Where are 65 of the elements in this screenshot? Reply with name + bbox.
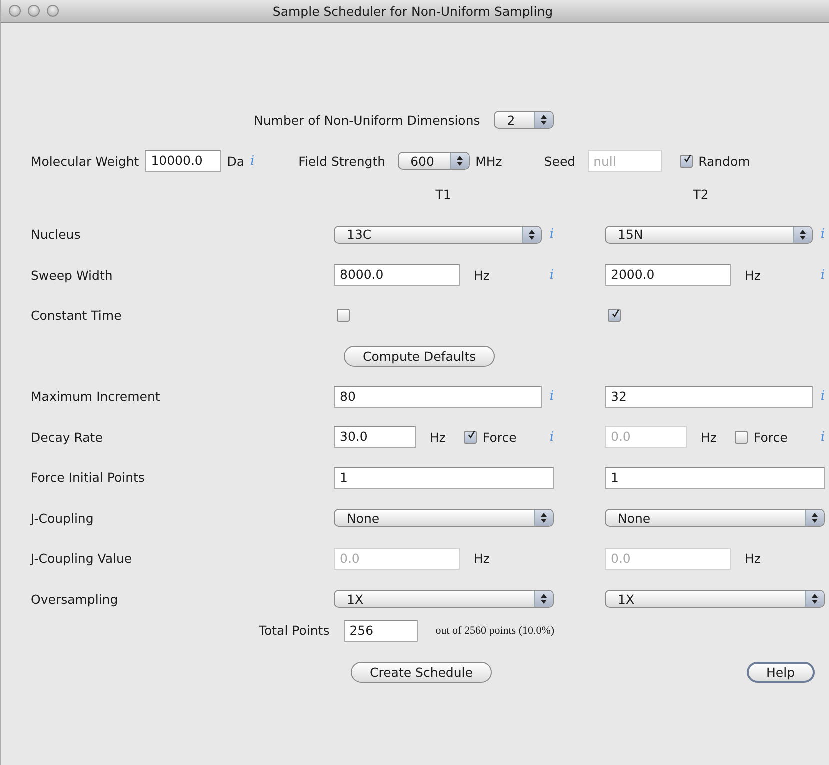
- column-header: T2: [692, 186, 710, 202]
- unit-label: Hz: [745, 268, 761, 283]
- stepper-icon: [534, 510, 553, 526]
- column-header: T1: [434, 186, 452, 202]
- unit-label: Da: [227, 154, 244, 168]
- checkbox[interactable]: [337, 309, 350, 322]
- row-label: Nucleus: [31, 227, 82, 242]
- checkbox[interactable]: [680, 154, 693, 168]
- dropdown[interactable]: 1X: [605, 590, 825, 608]
- points-summary: out of 2560 points (10.0%): [436, 624, 555, 636]
- dropdown[interactable]: 1X: [334, 590, 554, 608]
- stepper-icon: [534, 591, 553, 608]
- checkbox[interactable]: [608, 309, 621, 322]
- unit-label: Hz: [430, 430, 446, 445]
- dropdown[interactable]: None: [334, 509, 554, 528]
- unit-label: Hz: [701, 430, 717, 445]
- zoom-button[interactable]: [47, 5, 59, 17]
- unit-label: Hz: [474, 551, 490, 566]
- input-field[interactable]: 1: [605, 466, 825, 489]
- input-field[interactable]: 10000.0: [145, 150, 222, 172]
- seed-field[interactable]: null: [588, 150, 662, 172]
- row-label: Force Initial Points: [31, 470, 146, 486]
- row-label: Maximum Increment: [31, 389, 162, 404]
- input-field[interactable]: 80: [334, 386, 542, 408]
- stepper-icon: [805, 591, 824, 608]
- field-label: Number of Non-Uniform Dimensions: [254, 112, 480, 128]
- close-button[interactable]: [9, 5, 21, 17]
- row-label: Oversampling: [31, 592, 120, 607]
- input-field[interactable]: 256: [344, 620, 418, 642]
- dropdown[interactable]: None: [605, 509, 825, 528]
- window-title: Sample Scheduler for Non-Uniform Sampling: [272, 4, 554, 18]
- input-field[interactable]: 1: [334, 466, 554, 489]
- action-button[interactable]: Help: [746, 662, 815, 682]
- checkbox-label: Force: [482, 430, 517, 445]
- minimize-button[interactable]: [28, 5, 40, 17]
- action-button[interactable]: Create Schedule: [351, 662, 492, 682]
- input-field[interactable]: 30.0: [334, 426, 416, 448]
- dropdown[interactable]: 13C: [334, 226, 542, 244]
- row-label: Decay Rate: [31, 430, 104, 445]
- checkbox[interactable]: [464, 430, 477, 444]
- dimensions-dropdown[interactable]: 2: [494, 111, 554, 129]
- row-label: Constant Time: [31, 308, 123, 324]
- unit-label: Hz: [474, 268, 490, 283]
- input-field[interactable]: 8000.0: [334, 264, 460, 286]
- checkbox-label: Force: [754, 430, 788, 445]
- dropdown[interactable]: 15N: [605, 226, 813, 244]
- checkbox-label: Random: [698, 154, 750, 168]
- field-label: Molecular Weight: [31, 154, 140, 168]
- compute-defaults-button[interactable]: Compute Defaults: [344, 346, 496, 367]
- field-label: Seed: [544, 154, 576, 168]
- stepper-icon: [522, 226, 541, 243]
- stepper-icon: [534, 112, 554, 128]
- row-label: J-Coupling Value: [31, 551, 134, 566]
- stepper-icon: [450, 153, 469, 169]
- unit-label: Hz: [745, 551, 761, 566]
- stepper-icon: [792, 226, 812, 243]
- row-label: J-Coupling: [31, 510, 95, 526]
- stepper-icon: [805, 510, 824, 526]
- unit-label: MHz: [476, 154, 502, 168]
- field-label: Total Points: [259, 623, 330, 638]
- field-strength-dropdown[interactable]: 600: [398, 152, 470, 170]
- input-field[interactable]: 32: [605, 386, 813, 408]
- row-label: Sweep Width: [31, 268, 114, 283]
- input-field[interactable]: 2000.0: [605, 264, 731, 286]
- field-label: Field Strength: [298, 154, 386, 168]
